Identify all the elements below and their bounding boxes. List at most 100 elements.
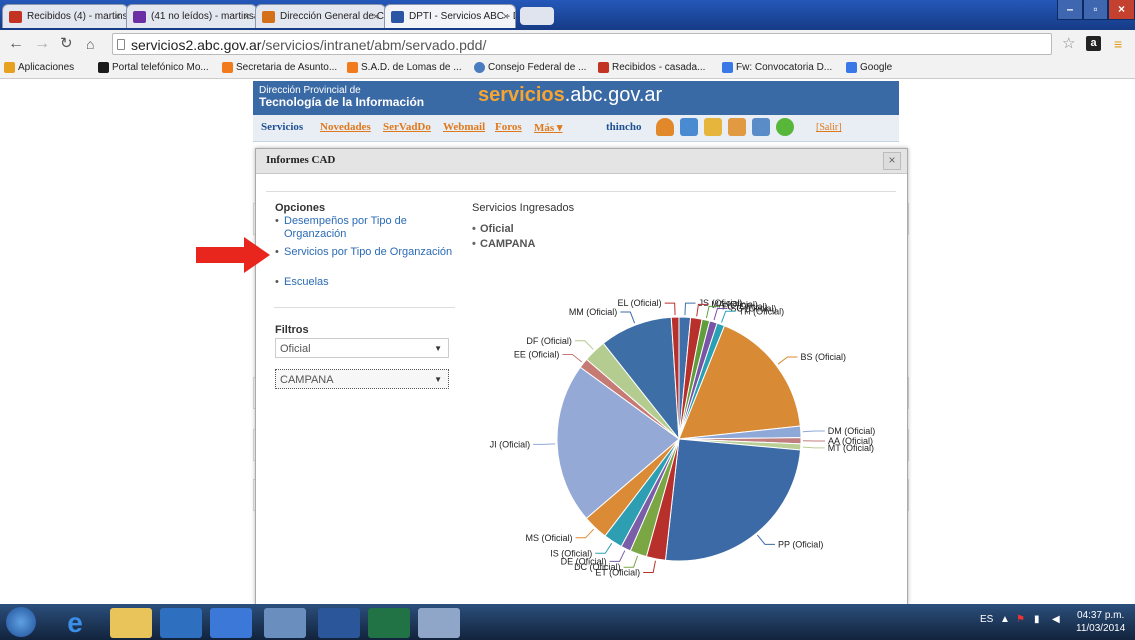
- option-label: Servicios por Tipo de Organzación: [284, 246, 453, 258]
- logout-link[interactable]: [Salir]: [816, 122, 842, 133]
- site-brand[interactable]: servicios.abc.gov.ar: [478, 84, 662, 107]
- option-label: Desempeños por Tipo de Organzación: [284, 215, 407, 240]
- pie-label-connector: [574, 340, 594, 350]
- bookmark-secretaria[interactable]: Secretaria de Asunto...: [222, 58, 337, 78]
- show-hidden-icons[interactable]: ▲: [1000, 614, 1010, 625]
- minimize-button[interactable]: –: [1057, 0, 1083, 20]
- pie-slice-label: MS (Oficial): [526, 533, 573, 543]
- google-sites-icon: [722, 62, 733, 73]
- close-icon[interactable]: ×: [883, 152, 901, 170]
- language-indicator[interactable]: ES: [980, 614, 993, 625]
- media-player-icon[interactable]: [160, 608, 202, 638]
- clock-date: 11/03/2014: [1076, 623, 1126, 634]
- bookmark-sad[interactable]: S.A.D. de Lomas de ...: [347, 58, 462, 78]
- tab-close-icon[interactable]: ×: [115, 5, 121, 28]
- windows-taskbar: e ES ▲ ⚑ ▮ ◀ 04:37 p.m. 11/03/2014: [0, 604, 1135, 640]
- option-desempenos[interactable]: • Desempeños por Tipo de Organzación: [275, 215, 454, 241]
- pie-label-connector: [684, 302, 696, 316]
- clock-time: 04:37 p.m.: [1077, 610, 1125, 621]
- apps-grid-icon: [4, 62, 15, 73]
- tab-close-icon[interactable]: ×: [373, 5, 379, 28]
- pie-slice-label: TH (Oficial): [739, 306, 785, 316]
- back-arrow-icon[interactable]: ←: [8, 34, 24, 54]
- address-bar[interactable]: servicios2.abc.gov.ar/servicios/intranet…: [112, 33, 1052, 55]
- bookmark-recibidos[interactable]: Recibidos - casada...: [598, 58, 705, 78]
- options-heading: Opciones: [275, 202, 326, 214]
- pie-label-connector: [802, 446, 825, 449]
- bookmark-star-icon[interactable]: ☆: [1062, 34, 1075, 54]
- folder-icon[interactable]: [704, 118, 722, 136]
- browser-tab-gmail[interactable]: Recibidos (4) - martinsand ×: [2, 4, 128, 28]
- select-value: Oficial: [280, 343, 311, 355]
- new-tab-button[interactable]: [520, 7, 554, 25]
- bullet: •: [275, 276, 279, 288]
- document-icon[interactable]: [728, 118, 746, 136]
- globe-icon: [474, 62, 485, 73]
- home-icon[interactable]: ⌂: [86, 34, 94, 54]
- bullet: •: [275, 246, 279, 258]
- nav-mas[interactable]: Más ▾: [534, 121, 562, 134]
- bookmark-label: Consejo Federal de ...: [488, 62, 587, 73]
- amazon-extension-icon[interactable]: a: [1086, 36, 1101, 51]
- download-icon[interactable]: [210, 608, 252, 638]
- filter-type-select[interactable]: Oficial ▼: [275, 338, 449, 358]
- pie-slice-label: PP (Oficial): [778, 539, 823, 549]
- bookmark-label: Portal telefónico Mo...: [112, 62, 209, 73]
- volume-icon[interactable]: ◀: [1052, 614, 1060, 625]
- word-icon[interactable]: [318, 608, 360, 638]
- internet-explorer-icon[interactable]: e: [54, 608, 96, 638]
- bookmark-label: Google: [860, 62, 893, 73]
- browser-tab-strip: Recibidos (4) - martinsand × (41 no leíd…: [0, 0, 1135, 30]
- brand-bold: servicios: [478, 84, 565, 106]
- taskbar-clock[interactable]: 04:37 p.m. 11/03/2014: [1076, 609, 1125, 635]
- tab-title: Dirección General de Cultu: [280, 11, 385, 22]
- tab-title: Recibidos (4) - martinsand: [27, 11, 128, 22]
- bookmark-google[interactable]: Google: [846, 58, 892, 78]
- browser-tab-dpti[interactable]: DPTI - Servicios ABC - Dire ×: [384, 4, 516, 28]
- pie-label-connector: [575, 528, 595, 539]
- signal-bars-icon[interactable]: ▮: [1034, 614, 1040, 625]
- browser-tab-cultura[interactable]: Dirección General de Cultu ×: [255, 4, 386, 28]
- signal-icon[interactable]: [776, 118, 794, 136]
- page-content: Dirección Provincial de Tecnología de la…: [0, 79, 1135, 604]
- nav-webmail[interactable]: Webmail: [443, 121, 485, 133]
- bookmark-convocatoria[interactable]: Fw: Convocatoria D...: [722, 58, 832, 78]
- file-explorer-icon[interactable]: [110, 608, 152, 638]
- tab-close-icon[interactable]: ×: [244, 5, 250, 28]
- tab-title: DPTI - Servicios ABC - Dire: [409, 11, 515, 22]
- bookmark-portal[interactable]: Portal telefónico Mo...: [98, 58, 209, 78]
- bullet: •: [472, 238, 476, 250]
- reload-icon[interactable]: ↻: [60, 34, 73, 54]
- divider: [274, 307, 455, 308]
- user-icon[interactable]: [656, 118, 674, 136]
- calculator-icon[interactable]: [418, 608, 460, 638]
- services-pie-chart: JS (Oficial)MA (Oficial)FC (Oficial)SC (…: [490, 298, 876, 577]
- blogger-icon: [222, 62, 233, 73]
- option-servicios[interactable]: • Servicios por Tipo de Organzación: [275, 246, 454, 259]
- forward-arrow-icon[interactable]: →: [34, 34, 50, 54]
- address-path: /servicios/intranet/abm/servado.pdd/: [261, 37, 487, 53]
- tab-close-icon[interactable]: ×: [503, 5, 509, 28]
- nav-servicios[interactable]: Servicios: [261, 121, 303, 133]
- menu-icon[interactable]: ≡: [1114, 34, 1122, 54]
- network-icon[interactable]: [680, 118, 698, 136]
- bookmark-consejo[interactable]: Consejo Federal de ...: [474, 58, 586, 78]
- network-flag-icon[interactable]: ⚑: [1016, 614, 1025, 625]
- tools-icon[interactable]: [752, 118, 770, 136]
- bookmark-apps[interactable]: Aplicaciones: [4, 58, 74, 78]
- nav-novedades[interactable]: Novedades: [320, 121, 371, 133]
- option-escuelas[interactable]: • Escuelas: [275, 276, 454, 289]
- pie-slice-label: BS (Oficial): [800, 352, 846, 362]
- abc-favicon: [391, 11, 404, 23]
- maximize-button[interactable]: ▫: [1083, 0, 1108, 20]
- tag-label: Oficial: [480, 223, 514, 235]
- chrome-icon[interactable]: [264, 608, 306, 638]
- excel-icon[interactable]: [368, 608, 410, 638]
- nav-servaddo[interactable]: SerVadDo: [383, 121, 431, 133]
- start-button[interactable]: [6, 607, 36, 637]
- filter-district-select[interactable]: CAMPANA ▼: [275, 369, 449, 389]
- pie-label-connector: [562, 354, 583, 363]
- browser-tab-yahoo[interactable]: (41 no leídos) - martinsan ×: [126, 4, 257, 28]
- nav-foros[interactable]: Foros: [495, 121, 522, 133]
- window-close-button[interactable]: ×: [1108, 0, 1135, 20]
